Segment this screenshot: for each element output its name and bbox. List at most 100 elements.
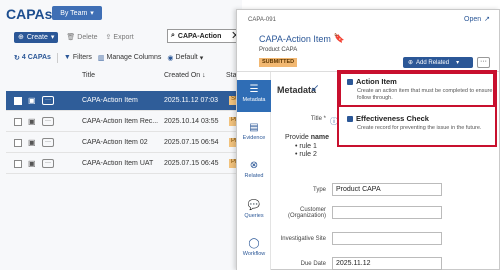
create-label: Create <box>26 33 48 41</box>
row-created-on: 2025.07.15 06:45 <box>164 160 219 167</box>
row-created-on: 2025.10.14 03:55 <box>164 118 219 125</box>
rail-item-workflow[interactable]: ◯ Workflow <box>237 238 271 264</box>
filters-label: Filters <box>72 54 92 61</box>
rule-text: rule 2 <box>299 151 317 158</box>
record-subtitle: Product CAPA <box>259 47 298 53</box>
customer-field[interactable] <box>332 206 442 219</box>
eye-icon: ◉ <box>167 54 174 62</box>
menu-item-effectiveness-check[interactable]: Effectiveness Check Create record for pr… <box>339 114 495 132</box>
add-related-button[interactable]: ⊕ Add Related ▾ <box>403 57 473 68</box>
export-button[interactable]: ⇪ Export <box>105 33 134 42</box>
row-actions-button[interactable]: ··· <box>42 96 54 105</box>
table-row[interactable]: ▣ ··· CAPA-Action Item UAT 2025.07.15 06:45… <box>6 154 243 174</box>
delete-button[interactable]: 🗑 Delete <box>66 33 98 42</box>
team-filter-button[interactable]: By Team ▾ <box>52 6 102 20</box>
investigative-site-label: Investigative Site <box>280 236 326 242</box>
provide-bold: name <box>310 134 329 141</box>
rail-item-related[interactable]: ⊗ Related <box>237 160 271 186</box>
table-row[interactable]: ▣···CAPA-Action Item2025.11.12 07:03SU <box>6 91 243 111</box>
row-title[interactable]: CAPA-Action Item UAT <box>82 160 160 167</box>
menu-item-action-item[interactable]: Action Item Create an action item that m… <box>339 77 495 102</box>
column-header-title[interactable]: Title <box>82 72 95 79</box>
row-checkbox[interactable] <box>14 117 22 126</box>
due-date-field[interactable]: 2025.11.12 <box>332 257 442 270</box>
briefcase-icon: ▣ <box>28 158 36 168</box>
view-selector[interactable]: ◉ Default ▾ <box>167 54 203 62</box>
divider <box>56 52 58 63</box>
rule-item: • rule 1 <box>295 143 317 150</box>
export-label: Export <box>113 33 134 41</box>
team-filter-label: By Team <box>60 9 88 17</box>
rail-item-label: Queries <box>244 213 264 219</box>
column-header-created-on-label: Created On <box>164 72 201 79</box>
circle-icon: ◯ <box>248 238 260 249</box>
refresh-icon: ↻ <box>14 54 20 62</box>
record-title: CAPA-Action Item 🔖 <box>259 33 345 44</box>
open-label: Open <box>464 15 482 23</box>
record-title-text: CAPA-Action Item <box>259 33 331 44</box>
menu-item-description: Create an action item that must be compl… <box>357 88 493 101</box>
link-icon: ⊗ <box>249 160 259 171</box>
row-title[interactable]: CAPA-Action Item <box>82 97 160 104</box>
briefcase-icon: ▣ <box>28 116 36 126</box>
title-field-label: Title * <box>310 116 326 122</box>
trash-icon: 🗑 <box>66 34 76 41</box>
row-checkbox[interactable] <box>14 138 22 147</box>
bookmark-icon[interactable]: 🔖 <box>334 33 345 44</box>
collapse-icon[interactable]: ↙ <box>311 83 319 94</box>
rail-item-queries[interactable]: 💬 Queries <box>237 200 271 226</box>
row-title[interactable]: CAPA-Action Item Rec... <box>82 118 160 125</box>
action-toolbar: ⊕ Create ▾ 🗑 Delete ⇪ Export <box>14 31 134 43</box>
list-toolbar: ↻ 4 CAPAs ▼ Filters ▥ Manage Columns ◉ D… <box>14 52 203 63</box>
search-value: CAPA-Action <box>177 32 222 40</box>
filters-button[interactable]: ▼ Filters <box>64 54 92 61</box>
more-options-button[interactable]: ··· <box>477 57 490 68</box>
menu-item-title-row: Effectiveness Check <box>347 114 495 123</box>
rule-text: rule 1 <box>299 143 317 150</box>
row-title[interactable]: CAPA-Action Item 02 <box>82 139 160 146</box>
menu-item-description: Create record for preventing the issue i… <box>357 125 482 131</box>
row-checkbox[interactable] <box>14 159 22 168</box>
rail-item-label: Metadata <box>242 97 266 103</box>
flag-icon <box>347 115 353 122</box>
status-badge: SUBMITTED <box>259 58 298 67</box>
plus-icon: ⊕ <box>18 34 24 41</box>
manage-columns-button[interactable]: ▥ Manage Columns <box>98 54 162 62</box>
record-count: ↻ 4 CAPAs <box>14 54 51 62</box>
upload-icon: ⇪ <box>105 34 112 41</box>
customer-label: Customer (Organization) <box>287 207 326 219</box>
search-icon: ⌕ <box>171 32 175 39</box>
rail-item-label: Related <box>244 173 264 179</box>
document-icon: ▤ <box>249 122 259 133</box>
table-row[interactable]: ▣···CAPA-Action Item 022025.07.15 06:54P… <box>6 133 243 153</box>
open-record-button[interactable]: Open ↗ <box>464 15 490 24</box>
table-row[interactable]: ▣ ··· CAPA-Action Item Rec... 2025.10.14 03… <box>6 112 243 132</box>
menu-item-title-row: Action Item <box>347 77 495 86</box>
due-date-label: Due Date <box>300 261 326 267</box>
checkbox-icon <box>347 78 353 85</box>
investigative-site-field[interactable] <box>332 232 442 245</box>
view-label: Default <box>175 54 198 61</box>
delete-label: Delete <box>77 33 98 41</box>
page-title: CAPAs <box>6 6 53 22</box>
row-checkbox[interactable] <box>14 96 22 105</box>
row-actions-button[interactable]: ··· <box>42 117 54 126</box>
plus-icon: ⊕ <box>408 60 414 66</box>
row-actions-button[interactable]: ··· <box>42 138 54 147</box>
rail-item-evidence[interactable]: ▤ Evidence <box>237 122 271 148</box>
columns-icon: ▥ <box>97 54 105 62</box>
create-button[interactable]: ⊕ Create ▾ <box>14 31 59 43</box>
row-actions-button[interactable]: ··· <box>42 159 54 168</box>
rail-item-label: Workflow <box>242 251 266 257</box>
field-help-text: Provide name • rule 1 • rule 2 <box>285 134 329 158</box>
menu-item-title: Action Item <box>356 77 397 86</box>
chevron-down-icon: ▾ <box>90 10 94 17</box>
type-field[interactable]: Product CAPA <box>332 183 442 196</box>
column-header-created-on[interactable]: Created On ↓ <box>164 72 206 79</box>
rail-item-metadata[interactable]: ☰ Metadata <box>237 80 271 112</box>
menu-item-title: Effectiveness Check <box>356 114 429 123</box>
search-input[interactable]: ⌕ CAPA-Action <box>167 29 237 43</box>
briefcase-icon: ▣ <box>28 137 36 147</box>
manage-columns-label: Manage Columns <box>106 54 162 61</box>
external-link-icon: ↗ <box>484 16 490 23</box>
